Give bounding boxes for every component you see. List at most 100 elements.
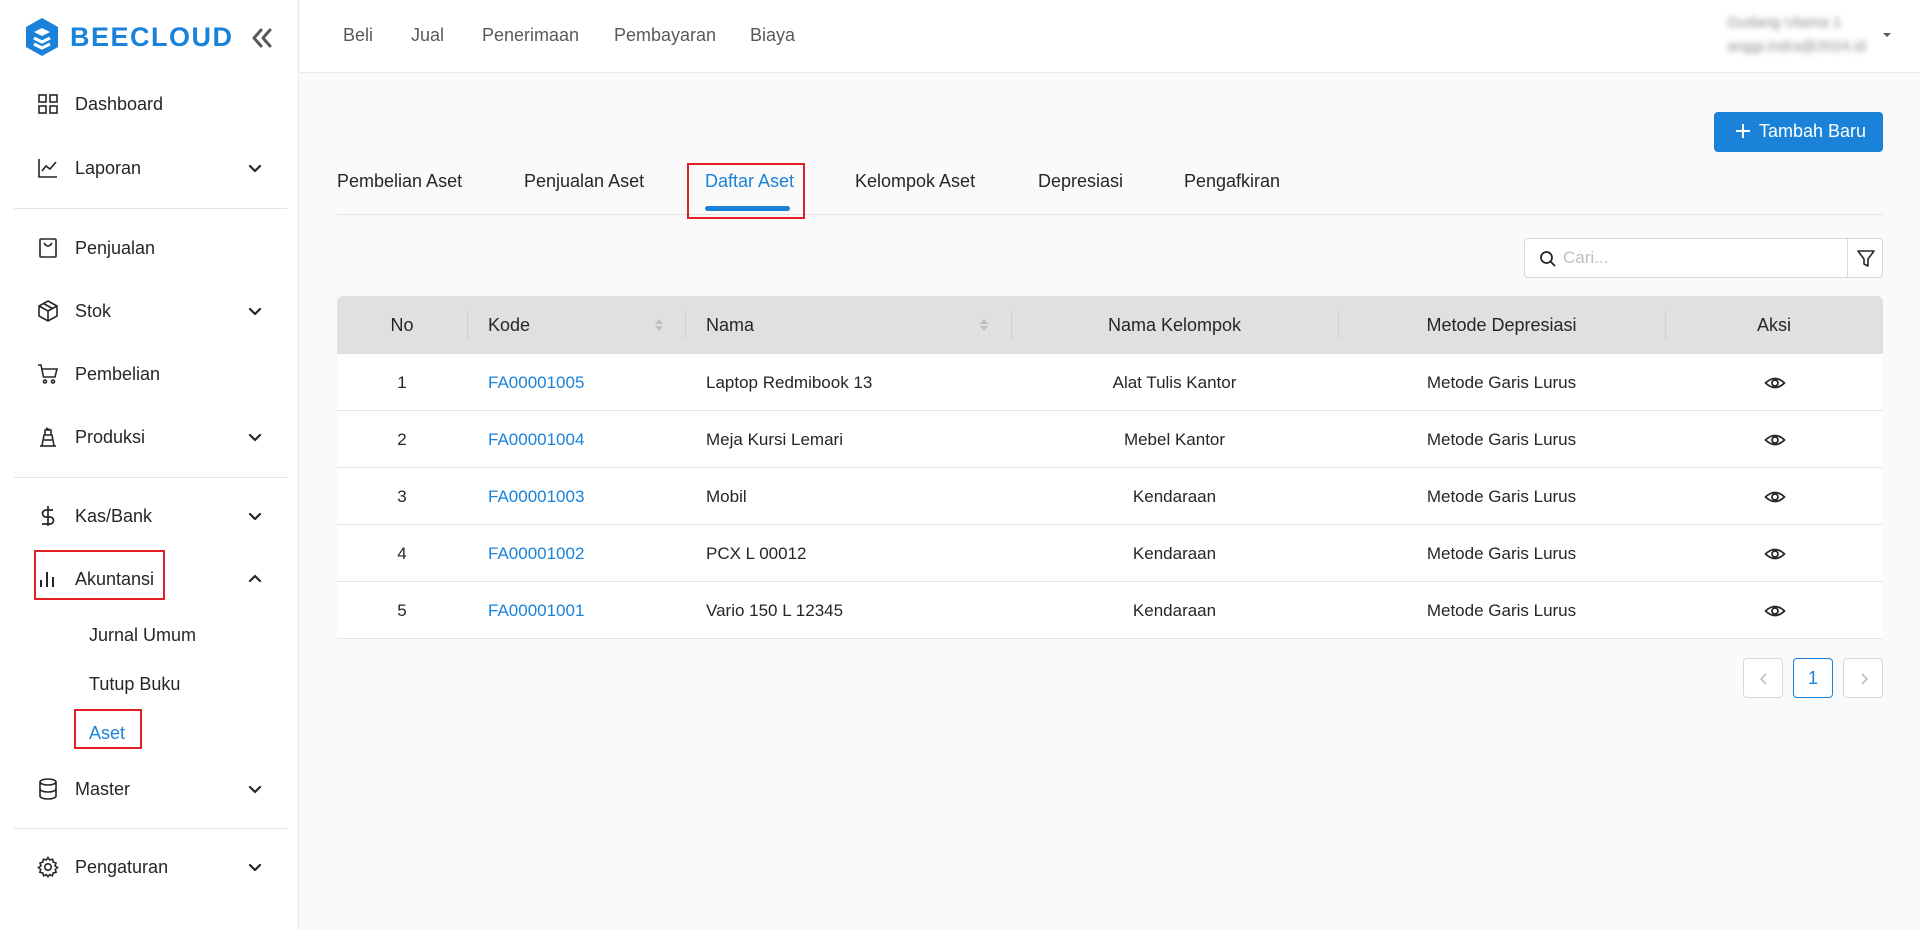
box-icon bbox=[38, 300, 58, 322]
sidebar-item-produksi[interactable]: Produksi bbox=[0, 415, 299, 459]
tab-depresiasi[interactable]: Depresiasi bbox=[1038, 171, 1123, 192]
view-eye-icon[interactable] bbox=[1764, 544, 1786, 564]
bar-chart-icon bbox=[40, 572, 54, 587]
view-eye-icon[interactable] bbox=[1764, 487, 1786, 507]
chevron-right-icon bbox=[1861, 673, 1869, 685]
sidebar-item-akuntansi[interactable]: Akuntansi bbox=[0, 557, 299, 601]
chevron-down-icon bbox=[248, 512, 262, 521]
view-eye-icon[interactable] bbox=[1764, 430, 1786, 450]
tab-pembelian-aset[interactable]: Pembelian Aset bbox=[337, 171, 462, 192]
cell-no: 4 bbox=[397, 544, 407, 563]
sidebar-item-laporan[interactable]: Laporan bbox=[0, 146, 299, 190]
chevron-up-icon bbox=[248, 574, 262, 583]
cell-no: 5 bbox=[397, 601, 407, 620]
tab-daftar-aset[interactable]: Daftar Aset bbox=[705, 171, 794, 192]
topnav-pembayaran[interactable]: Pembayaran bbox=[614, 25, 716, 46]
column-header-metode-depresiasi: Metode Depresiasi bbox=[1426, 315, 1577, 335]
cell-kode-link[interactable]: FA00001003 bbox=[488, 468, 584, 525]
sidebar-divider bbox=[14, 208, 287, 209]
sidebar: BEECLOUD Dashboard Laporan Penjualan Sto… bbox=[0, 0, 299, 930]
plus-icon bbox=[1736, 124, 1750, 138]
column-header-aksi: Aksi bbox=[1756, 315, 1791, 335]
table-row: 1 FA00001005 Laptop Redmibook 13 Alat Tu… bbox=[337, 354, 1883, 411]
top-bar: Beli Jual Penerimaan Pembayaran Biaya Gu… bbox=[300, 0, 1920, 73]
sidebar-subitem-tutup-buku[interactable]: Tutup Buku bbox=[0, 664, 299, 704]
cell-kode-link[interactable]: FA00001004 bbox=[488, 411, 584, 468]
sidebar-subitem-label: Jurnal Umum bbox=[89, 625, 197, 645]
view-eye-icon[interactable] bbox=[1764, 601, 1786, 621]
gear-icon bbox=[37, 856, 59, 879]
sidebar-item-pengaturan[interactable]: Pengaturan bbox=[0, 845, 299, 889]
topnav-beli[interactable]: Beli bbox=[343, 25, 373, 46]
sidebar-subitem-aset[interactable]: Aset bbox=[0, 713, 299, 753]
sidebar-item-penjualan[interactable]: Penjualan bbox=[0, 226, 299, 270]
column-header-kode[interactable]: Kode bbox=[488, 296, 530, 354]
sidebar-item-label: Dashboard bbox=[75, 94, 164, 114]
pagination-page-current[interactable]: 1 bbox=[1793, 658, 1833, 698]
dashboard-grid-icon bbox=[38, 94, 58, 114]
table-row: 2 FA00001004 Meja Kursi Lemari Mebel Kan… bbox=[337, 411, 1883, 468]
add-new-button-label: Tambah Baru bbox=[1759, 121, 1867, 141]
cell-kode-link[interactable]: FA00001001 bbox=[488, 582, 584, 639]
column-header-nama[interactable]: Nama bbox=[706, 296, 754, 354]
column-header-nama-kelompok: Nama Kelompok bbox=[1107, 315, 1242, 335]
cell-metode-depresiasi: Metode Garis Lurus bbox=[1426, 430, 1577, 449]
dollar-icon bbox=[41, 506, 55, 526]
cell-nama: Vario 150 L 12345 bbox=[706, 601, 844, 620]
chevron-down-icon bbox=[248, 785, 262, 794]
tab-penjualan-aset[interactable]: Penjualan Aset bbox=[524, 171, 644, 192]
topnav-penerimaan[interactable]: Penerimaan bbox=[482, 25, 579, 46]
sort-icon[interactable] bbox=[978, 316, 990, 334]
sort-icon[interactable] bbox=[653, 316, 665, 334]
cell-nama: Mobil bbox=[706, 487, 747, 506]
shopping-bag-icon bbox=[39, 238, 57, 258]
filter-icon bbox=[1857, 250, 1875, 267]
sidebar-subitem-label: Tutup Buku bbox=[89, 674, 181, 694]
cell-nama-kelompok: Kendaraan bbox=[1132, 544, 1217, 563]
logo-text: BEECLOUD bbox=[70, 22, 234, 52]
sidebar-subitem-label: Aset bbox=[89, 723, 126, 743]
search-icon bbox=[1540, 251, 1556, 267]
tab-pengafkiran[interactable]: Pengafkiran bbox=[1184, 171, 1280, 192]
cell-no: 1 bbox=[397, 373, 407, 392]
search-field[interactable] bbox=[1524, 238, 1848, 278]
cell-nama-kelompok: Kendaraan bbox=[1132, 487, 1217, 506]
sidebar-item-label: Akuntansi bbox=[75, 569, 155, 589]
cell-nama-kelompok: Mebel Kantor bbox=[1123, 430, 1226, 449]
sidebar-item-label: Kas/Bank bbox=[75, 506, 153, 526]
filter-button[interactable] bbox=[1847, 238, 1883, 278]
add-new-button[interactable]: Tambah Baru bbox=[1714, 112, 1883, 152]
user-menu[interactable]: Gudang Utama 1 anggi.indra@2024.id bbox=[1727, 10, 1866, 60]
sidebar-subitem-jurnal-umum[interactable]: Jurnal Umum bbox=[0, 615, 299, 655]
sidebar-item-label: Stok bbox=[75, 301, 112, 321]
chevron-down-icon bbox=[248, 433, 262, 442]
cell-kode-link[interactable]: FA00001002 bbox=[488, 525, 584, 582]
cell-metode-depresiasi: Metode Garis Lurus bbox=[1426, 601, 1577, 620]
sidebar-item-master[interactable]: Master bbox=[0, 767, 299, 811]
sidebar-item-pembelian[interactable]: Pembelian bbox=[0, 352, 299, 396]
cell-kode-link[interactable]: FA00001005 bbox=[488, 354, 584, 411]
tab-kelompok-aset[interactable]: Kelompok Aset bbox=[855, 171, 975, 192]
cell-nama-kelompok: Kendaraan bbox=[1132, 601, 1217, 620]
sidebar-divider bbox=[14, 828, 287, 829]
column-header-no: No bbox=[390, 315, 414, 335]
pagination-next-button[interactable] bbox=[1843, 658, 1883, 698]
collapse-sidebar-icon[interactable] bbox=[246, 23, 276, 53]
sidebar-item-stok[interactable]: Stok bbox=[0, 289, 299, 333]
pagination-prev-button[interactable] bbox=[1743, 658, 1783, 698]
sidebar-item-kas-bank[interactable]: Kas/Bank bbox=[0, 494, 299, 538]
caret-down-icon[interactable] bbox=[1880, 30, 1894, 40]
table-row: 4 FA00001002 PCX L 00012 Kendaraan Metod… bbox=[337, 525, 1883, 582]
sidebar-item-label: Master bbox=[75, 779, 131, 799]
cell-nama: PCX L 00012 bbox=[706, 544, 807, 563]
sidebar-divider bbox=[14, 477, 287, 478]
sidebar-item-dashboard[interactable]: Dashboard bbox=[0, 82, 299, 126]
table-header: No Kode Nama Nama Kelompok Metode Depres… bbox=[337, 296, 1883, 354]
topnav-biaya[interactable]: Biaya bbox=[750, 25, 795, 46]
chevron-left-icon bbox=[1759, 673, 1767, 685]
search-input[interactable] bbox=[1563, 246, 1833, 270]
column-separator bbox=[467, 311, 468, 339]
view-eye-icon[interactable] bbox=[1764, 373, 1786, 393]
cell-no: 2 bbox=[397, 430, 407, 449]
topnav-jual[interactable]: Jual bbox=[411, 25, 444, 46]
